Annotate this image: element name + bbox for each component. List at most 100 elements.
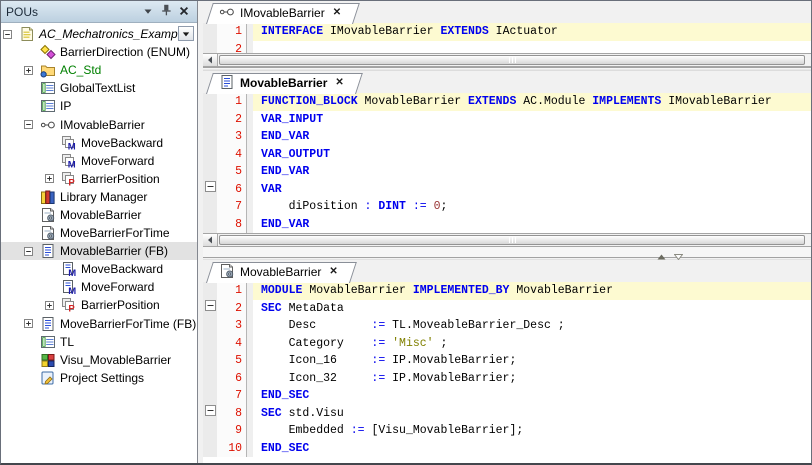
code-token: := (371, 317, 392, 335)
code-fold-minus-icon[interactable] (205, 181, 216, 199)
code-line[interactable]: 9 Embedded := [Visu_MovableBarrier]; (203, 422, 811, 440)
code-line[interactable]: 1FUNCTION_BLOCK MovableBarrier EXTENDS A… (203, 93, 811, 111)
tree-expander-plus-icon[interactable] (45, 174, 61, 183)
tab-label: MovableBarrier (240, 76, 327, 90)
code-line[interactable]: 5 Icon_16 := IP.MovableBarrier; (203, 352, 811, 370)
tree-item-globaltextlist[interactable]: GlobalTextList (1, 79, 197, 97)
code-token: VAR_INPUT (261, 111, 323, 129)
code-line[interactable]: 10 END_SEC (203, 440, 811, 458)
code-text: Category := 'Misc' ; (253, 335, 811, 353)
tree-expander-minus-icon[interactable] (24, 120, 40, 129)
tree-expander-minus-icon[interactable] (24, 247, 40, 256)
code-line[interactable]: 6 Icon_32 := IP.MovableBarrier; (203, 370, 811, 388)
code-line[interactable]: 4 Category := 'Misc' ; (203, 335, 811, 353)
code-editor[interactable]: 1FUNCTION_BLOCK MovableBarrier EXTENDS A… (203, 93, 811, 233)
tree-expander-plus-icon[interactable] (24, 66, 40, 75)
tree-item-ac-mechatronics-example[interactable]: AC_Mechatronics_Example (1, 25, 197, 43)
settings-icon (40, 370, 56, 386)
interface-icon (219, 4, 235, 23)
code-token: ; (440, 198, 447, 216)
line-number: 2 (217, 300, 247, 318)
code-editor[interactable]: 1INTERFACE IMovableBarrier EXTENDS IActu… (203, 23, 811, 53)
scroll-left-arrow[interactable] (203, 54, 218, 66)
code-text: MODULE MovableBarrier IMPLEMENTED_BY Mov… (253, 282, 811, 300)
tab-movablebarrier[interactable]: MovableBarrier✕ (213, 262, 350, 282)
code-line[interactable]: 5END_VAR (203, 163, 811, 181)
line-number: 10 (217, 440, 247, 458)
tree-item-project-settings[interactable]: Project Settings (1, 369, 197, 387)
svg-text:P: P (68, 177, 75, 186)
tree-item-library-manager[interactable]: Library Manager (1, 188, 197, 206)
code-line[interactable]: 1MODULE MovableBarrier IMPLEMENTED_BY Mo… (203, 282, 811, 300)
tab-close-icon[interactable]: ✕ (333, 8, 341, 18)
code-token: ; (434, 335, 448, 353)
code-line[interactable]: 2VAR_INPUT (203, 111, 811, 129)
tree-expander-plus-icon[interactable] (45, 301, 61, 310)
tree-item-movebarrierfortime[interactable]: MoveBarrierForTime (1, 224, 197, 242)
fold-margin (203, 216, 217, 234)
code-line[interactable]: 3END_VAR (203, 128, 811, 146)
tree-item-imovablebarrier[interactable]: IMovableBarrier (1, 115, 197, 133)
h-scrollbar[interactable] (203, 233, 811, 247)
tree-item-label: MoveBarrierForTime (60, 226, 174, 240)
code-token: Icon_16 (261, 352, 371, 370)
tree-item-visu-movablebarrier[interactable]: Visu_MovableBarrier (1, 351, 197, 369)
panel-pin-button[interactable] (158, 4, 174, 20)
code-editor[interactable]: 1MODULE MovableBarrier IMPLEMENTED_BY Mo… (203, 282, 811, 463)
scroll-thumb[interactable] (219, 55, 805, 65)
tree-item-tl[interactable]: TL (1, 333, 197, 351)
tab-close-icon[interactable]: ✕ (335, 78, 343, 88)
tab-movablebarrier[interactable]: MovableBarrier ✕ (213, 73, 356, 93)
code-line[interactable]: 6VAR (203, 181, 811, 199)
tree-item-movebackward[interactable]: MMoveBackward (1, 260, 197, 278)
code-token: MovableBarrier (358, 93, 468, 111)
code-line[interactable]: 2 (203, 41, 811, 54)
panel-title: POUs (6, 5, 138, 19)
scroll-grip-icon (509, 57, 516, 63)
panel-menu-button[interactable] (140, 4, 156, 20)
code-token: IMPLEMENTED_BY (413, 282, 510, 300)
code-line[interactable]: 8SEC std.Visu (203, 405, 811, 423)
tree-item-label: AC_Std (60, 63, 105, 77)
tree-item-movebarrierfortime-fb[interactable]: MoveBarrierForTime (FB) (1, 315, 197, 333)
scroll-thumb[interactable] (219, 235, 805, 245)
code-line[interactable]: 1INTERFACE IMovableBarrier EXTENDS IActu… (203, 23, 811, 41)
tree-expander-plus-icon[interactable] (24, 319, 40, 328)
code-fold-minus-icon[interactable] (205, 300, 216, 318)
tree-item-ac-std[interactable]: AC_Std (1, 61, 197, 79)
tree-item-barrierposition[interactable]: PBarrierPosition (1, 170, 197, 188)
tree-item-barrierposition[interactable]: PBarrierPosition (1, 296, 197, 314)
tree-expander-minus-icon[interactable] (3, 30, 19, 39)
scroll-left-arrow[interactable] (203, 234, 218, 246)
tree-item-ip[interactable]: IP (1, 97, 197, 115)
tree-item-moveforward[interactable]: MMoveForward (1, 152, 197, 170)
editor-pane-movablebarrier-2: MovableBarrier ✕ 1FUNCTION_BLOCK MovableBa… (203, 71, 811, 257)
tab-imovablebarrier[interactable]: IMovableBarrier✕ (213, 3, 353, 23)
tree-item-movablebarrier-fb[interactable]: MovableBarrier (FB) (1, 242, 197, 260)
h-scrollbar[interactable] (203, 53, 811, 67)
code-token: MovableBarrier (302, 282, 412, 300)
code-line[interactable]: 3 Desc := TL.MoveableBarrier_Desc ; (203, 317, 811, 335)
code-line[interactable]: 2SEC MetaData (203, 300, 811, 318)
code-token: := (371, 370, 392, 388)
tree-item-movablebarrier[interactable]: MovableBarrier (1, 206, 197, 224)
code-line[interactable]: 7 diPosition : DINT := 0; (203, 198, 811, 216)
fold-margin (203, 317, 217, 335)
code-token: END_SEC (261, 440, 309, 458)
combo-dropdown-button[interactable] (178, 26, 194, 41)
textlist-icon (40, 98, 56, 114)
code-line[interactable]: 4VAR_OUTPUT (203, 146, 811, 164)
fb-icon (40, 316, 56, 332)
tab-close-icon[interactable]: ✕ (329, 267, 337, 277)
code-token: IMovableBarrier (323, 23, 440, 41)
pin-icon (161, 4, 172, 19)
tree-item-moveforward[interactable]: MMoveForward (1, 278, 197, 296)
code-fold-minus-icon[interactable] (205, 405, 216, 423)
code-line[interactable]: 8END_VAR (203, 216, 811, 234)
tree-item-barrierdirection-enum[interactable]: BarrierDirection (ENUM) (1, 43, 197, 61)
tree-item-movebackward[interactable]: MMoveBackward (1, 134, 197, 152)
panel-close-button[interactable] (176, 4, 192, 20)
fold-margin (203, 352, 217, 370)
code-line[interactable]: 7END_SEC (203, 387, 811, 405)
line-number: 8 (217, 405, 247, 423)
